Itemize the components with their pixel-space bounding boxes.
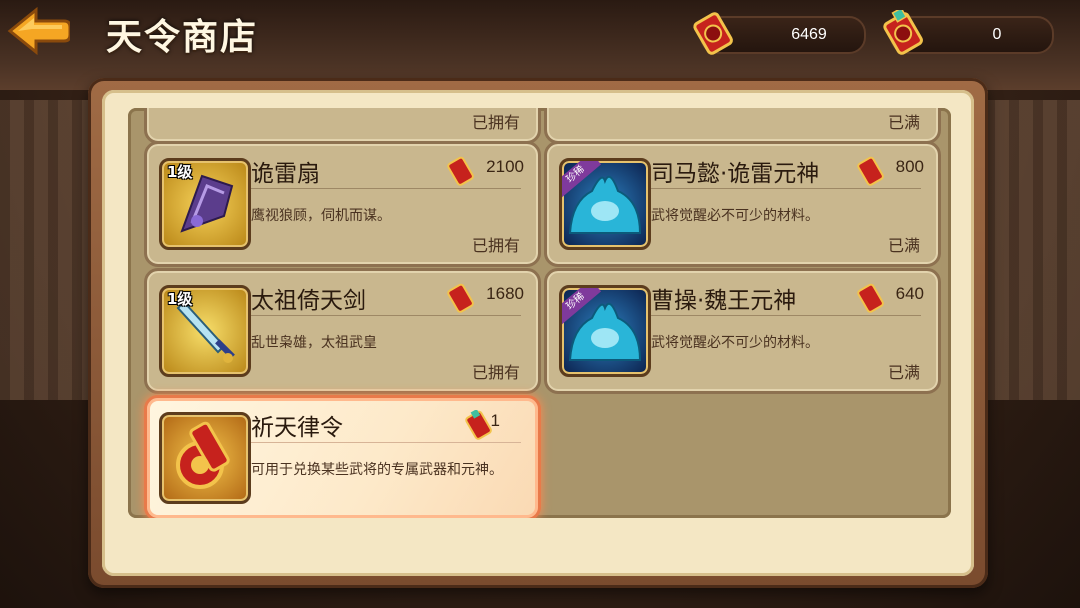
item-price: 800 <box>895 157 924 176</box>
item-status: 已拥有 <box>471 363 520 382</box>
item-status: 已满 <box>887 363 920 382</box>
item-status: 已满 <box>887 113 920 132</box>
item-list[interactable]: 已拥有 已满 1级 诡雷扇 2100 鹰视狼顾，伺机而谋。 已拥有 珍稀 司马懿… <box>128 108 951 518</box>
item-price: 1680 <box>486 284 524 303</box>
item-description: 乱世枭雄，太祖武皇 <box>251 335 377 351</box>
item-name: 曹操·魏王元神 <box>651 288 797 314</box>
list-item[interactable]: 已满 <box>544 108 941 144</box>
item-name: 祈天律令 <box>251 415 343 441</box>
level-badge: 1级 <box>167 163 193 181</box>
divider <box>251 442 521 443</box>
token-icon <box>857 156 884 186</box>
background-window-right <box>985 100 1080 400</box>
item-price: 2100 <box>486 157 524 176</box>
item-price: 640 <box>895 284 924 303</box>
item-description: 武将觉醒必不可少的材料。 <box>651 208 819 224</box>
item-status: 已满 <box>887 236 920 255</box>
item-name: 诡雷扇 <box>251 161 320 187</box>
item-status: 已拥有 <box>471 236 520 255</box>
list-item[interactable]: 1级 诡雷扇 2100 鹰视狼顾，伺机而谋。 已拥有 <box>144 141 541 267</box>
divider <box>651 315 921 316</box>
sword-icon: 1级 <box>159 285 251 377</box>
qitian-token-icon <box>465 410 492 440</box>
list-item[interactable]: 珍稀 曹操·魏王元神 640 武将觉醒必不可少的材料。 已满 <box>544 268 941 394</box>
token-icon <box>447 156 474 186</box>
item-price: 1 <box>490 411 500 430</box>
currency-display-qitian: 0 <box>883 10 1054 55</box>
qitian-token-icon <box>883 10 923 55</box>
currency-amount: 0 <box>992 26 1002 43</box>
list-item[interactable]: 珍稀 司马懿·诡雷元神 800 武将觉醒必不可少的材料。 已满 <box>544 141 941 267</box>
list-item[interactable]: 1级 太祖倚天剑 1680 乱世枭雄，太祖武皇 已拥有 <box>144 268 541 394</box>
currency-display-token: 6469 <box>693 12 866 55</box>
list-item-selected[interactable]: 祈天律令 1 可用于兑换某些武将的专属武器和元神。 <box>144 395 541 518</box>
back-arrow-icon[interactable] <box>6 6 70 56</box>
divider <box>251 188 521 189</box>
fan-icon: 1级 <box>159 158 251 250</box>
item-name: 司马懿·诡雷元神 <box>651 161 820 187</box>
token-icon <box>447 283 474 313</box>
item-description: 武将觉醒必不可少的材料。 <box>651 335 819 351</box>
background-window-left <box>0 100 95 400</box>
list-item[interactable]: 已拥有 <box>144 108 541 144</box>
page-title: 天令商店 <box>106 16 259 58</box>
decree-icon <box>159 412 251 504</box>
token-icon <box>857 283 884 313</box>
level-badge: 1级 <box>167 290 193 308</box>
item-description: 鹰视狼顾，伺机而谋。 <box>251 208 391 224</box>
token-icon <box>693 12 733 55</box>
spirit-icon: 珍稀 <box>559 285 651 377</box>
currency-amount: 6469 <box>791 26 827 43</box>
divider <box>651 188 921 189</box>
item-description: 可用于兑换某些武将的专属武器和元神。 <box>251 462 503 478</box>
divider <box>251 315 521 316</box>
item-status: 已拥有 <box>471 113 520 132</box>
spirit-icon: 珍稀 <box>559 158 651 250</box>
item-name: 太祖倚天剑 <box>251 288 366 314</box>
